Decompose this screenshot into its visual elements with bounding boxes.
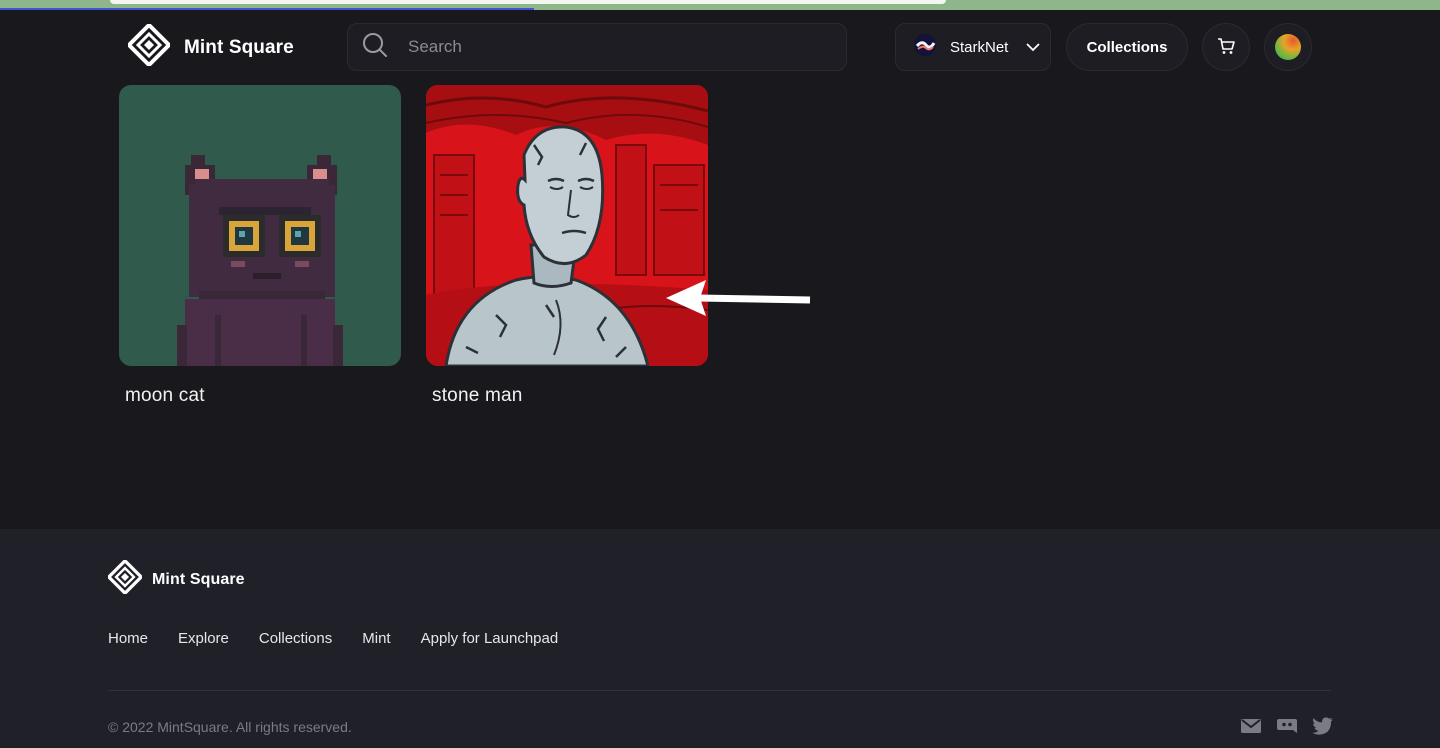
- footer-logo-link[interactable]: Mint Square: [106, 558, 245, 599]
- stone-man-image: [426, 85, 708, 366]
- footer-brand-name: Mint Square: [152, 570, 245, 588]
- footer-link-mint[interactable]: Mint: [362, 630, 390, 647]
- nft-title: moon cat: [125, 385, 205, 406]
- collections-button[interactable]: Collections: [1066, 23, 1188, 71]
- account-avatar-button[interactable]: [1264, 23, 1312, 71]
- site-header: Mint Square StarkNet Collections: [0, 10, 1440, 82]
- network-label: StarkNet: [950, 38, 1009, 56]
- footer-link-launchpad[interactable]: Apply for Launchpad: [421, 630, 559, 647]
- search-input[interactable]: [408, 37, 808, 57]
- diamond-logo-icon: [106, 558, 144, 599]
- nft-card-stone-man[interactable]: stone man: [426, 85, 708, 407]
- cart-icon: [1217, 37, 1235, 58]
- twitter-icon[interactable]: [1312, 717, 1334, 735]
- starknet-icon: [914, 34, 936, 60]
- chevron-down-icon: [1026, 39, 1040, 56]
- network-selector[interactable]: StarkNet: [895, 23, 1051, 71]
- diamond-logo-icon: [126, 22, 172, 71]
- footer-link-explore[interactable]: Explore: [178, 630, 229, 647]
- home-logo-link[interactable]: Mint Square: [126, 22, 294, 71]
- footer-link-collections[interactable]: Collections: [259, 630, 332, 647]
- browser-chrome-strip: [0, 0, 1440, 10]
- cart-button[interactable]: [1202, 23, 1250, 71]
- browser-url-bar[interactable]: [110, 0, 946, 4]
- brand-name: Mint Square: [184, 36, 294, 58]
- footer-link-home[interactable]: Home: [108, 630, 148, 647]
- site-footer: Mint Square Home Explore Collections Min…: [0, 529, 1440, 748]
- email-icon[interactable]: [1240, 717, 1262, 735]
- nft-card-moon-cat[interactable]: moon cat: [119, 85, 401, 407]
- search-icon: [362, 32, 388, 63]
- search-box[interactable]: [347, 23, 847, 71]
- avatar: [1275, 34, 1301, 60]
- copyright-text: © 2022 MintSquare. All rights reserved.: [108, 719, 352, 735]
- footer-nav: Home Explore Collections Mint Apply for …: [108, 630, 588, 647]
- moon-cat-image: [119, 85, 401, 366]
- nft-title: stone man: [432, 385, 523, 406]
- footer-divider: [108, 690, 1331, 691]
- annotation-arrow-icon: [666, 280, 811, 316]
- discord-icon[interactable]: [1276, 717, 1298, 735]
- social-links: [1240, 717, 1334, 735]
